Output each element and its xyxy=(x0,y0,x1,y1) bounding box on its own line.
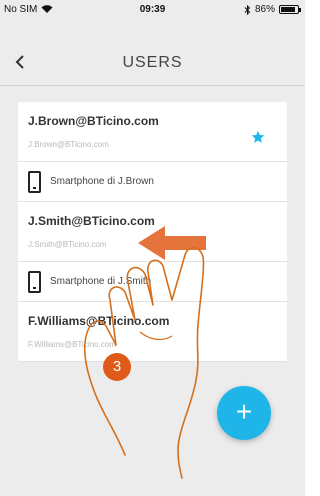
user-email: F.Williams@BTicino.com xyxy=(28,314,170,328)
user-subtitle: J.Brown@BTicino.com xyxy=(28,140,109,149)
page-title: USERS xyxy=(122,54,183,71)
battery-fill xyxy=(281,7,295,12)
device-label: Smartphone di J.Smith xyxy=(50,276,152,287)
device-row-jbrown[interactable]: Smartphone di J.Brown xyxy=(18,162,287,202)
user-row-jbrown[interactable]: J.Brown@BTicino.com J.Brown@BTicino.com xyxy=(18,102,287,162)
plus-icon: + xyxy=(235,396,253,427)
users-list: J.Brown@BTicino.com J.Brown@BTicino.com … xyxy=(18,102,287,362)
phone-screen: No SIM 09:39 86% USERS J.Brown@BTicino.c… xyxy=(0,0,305,496)
app-header: USERS xyxy=(0,20,305,86)
user-row-fwilliams[interactable]: F.Williams@BTicino.com F.Williams@BTicin… xyxy=(18,302,287,362)
bluetooth-icon xyxy=(244,4,251,15)
user-email: J.Smith@BTicino.com xyxy=(28,214,155,228)
smartphone-icon xyxy=(28,271,41,293)
user-email: J.Brown@BTicino.com xyxy=(28,114,159,128)
step-number-badge: 3 xyxy=(103,353,131,381)
user-subtitle: J.Smith@BTicino.com xyxy=(28,240,107,249)
device-label: Smartphone di J.Brown xyxy=(50,176,154,187)
battery-percent: 86% xyxy=(254,4,275,15)
add-user-button[interactable]: + xyxy=(217,386,271,440)
star-icon[interactable] xyxy=(251,130,265,144)
device-row-jsmith[interactable]: Smartphone di J.Smith xyxy=(18,262,287,302)
status-bar: No SIM 09:39 86% xyxy=(0,0,305,20)
battery-icon xyxy=(279,5,301,14)
user-subtitle: F.Williams@BTicino.com xyxy=(28,340,116,349)
smartphone-icon xyxy=(28,171,41,193)
user-row-jsmith[interactable]: J.Smith@BTicino.com J.Smith@BTicino.com xyxy=(18,202,287,262)
status-right: 86% xyxy=(244,4,301,15)
